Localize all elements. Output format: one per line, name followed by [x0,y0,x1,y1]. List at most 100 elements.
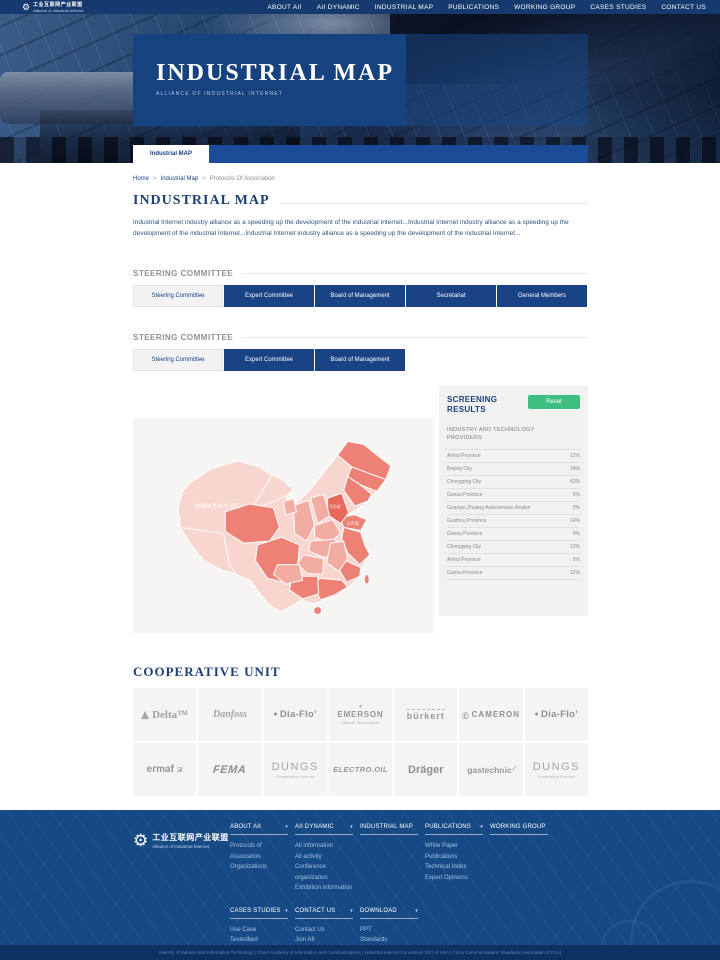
footer-col-label: PUBLICATIONS [425,824,471,830]
nav-link-contact-us[interactable]: CONTACT US [661,4,706,11]
screening-row[interactable]: Chongqing City12% [447,541,580,554]
screening-row-name: Guangxi Zhuang Autonomous Region [447,505,530,511]
partner-logo-delta[interactable]: Delta™ [133,688,196,741]
reset-button[interactable]: Reset [528,395,580,409]
footer-link-all-activity[interactable]: All activity [295,852,353,863]
footer-link-testedbed[interactable]: Testedbed [230,935,288,946]
chevron-down-icon: ▾ [285,824,288,830]
tab-secretariat[interactable]: Secretariat [406,285,496,307]
nav-link-industrial-map[interactable]: INDUSTRIAL MAP [375,4,434,11]
footer-col-header-aii-dynamic[interactable]: AII DYNAMIC▾ [295,824,353,835]
tab-expert-committee[interactable]: Expert Committee [224,285,314,307]
footer-logo[interactable]: ⚙ 工业互联网产业联盟 Alliance of Industrial Inter… [133,832,229,849]
screening-row[interactable]: Gansu Province12% [447,567,580,580]
partner-logo-emerson[interactable]: ❖EMERSONClimate Technologies [329,688,392,741]
main-content: Home>Industrial Map>Protocols Of Associa… [133,176,588,796]
tab-board-of-management[interactable]: Board of Management [315,349,405,371]
footer-link-ppt[interactable]: PPT [360,925,418,936]
tab-steering-committee[interactable]: Steering Committee [133,285,223,307]
footer-col-header-download[interactable]: DOWNLOAD▾ [360,908,418,919]
partner-logo-gastechnic[interactable]: gastechnic∕∕ [459,743,522,796]
partner-logo-dungs[interactable]: DUNGSCombustion Controls [264,743,327,796]
breadcrumb-item-industrial-map[interactable]: Industrial Map [161,176,199,182]
footer-link-technical-index[interactable]: Technical Index [425,862,483,873]
screening-row[interactable]: Guangxi Zhuang Autonomous Region 5% [447,502,580,515]
footer-link-expert-opinions[interactable]: Expert Opinions [425,873,483,884]
footer-inner: ⚙ 工业互联网产业联盟 Alliance of Industrial Inter… [0,810,720,956]
footer-col-header-working-group[interactable]: WORKING GROUP [490,824,548,835]
nav-link-aii-dynamic[interactable]: AII DYNAMIC [317,4,360,11]
tab-board-of-management[interactable]: Board of Management [315,285,405,307]
logo-subtext: Combustion Controls [538,774,575,779]
footer-link-join-aii[interactable]: Join AII [295,935,353,946]
screening-row-name: Gansu Province [447,570,483,576]
footer-link-contact-us[interactable]: Contact Us [295,925,353,936]
province-shape-hainan[interactable] [314,607,322,615]
screening-row[interactable]: Beijing City34% [447,463,580,476]
partner-logo-dia-flo[interactable]: ●Dia-Flo’ [264,688,327,741]
screening-subtitle: INDUSTRY AND TECHNOLOGY PROVIDERS [447,426,537,442]
map-label-hebei: 河北省 [329,504,341,509]
footer: ⚙ 工业互联网产业联盟 Alliance of Industrial Inter… [0,810,720,960]
nav-link-working-group[interactable]: WORKING GROUP [514,4,575,11]
nav-link-publications[interactable]: PUBLICATIONS [448,4,499,11]
partner-logo-ermaf[interactable]: ermaf◪ [133,743,196,796]
logo-text: ●Dia-Flo’ [273,709,317,720]
screening-row[interactable]: Gansu Province4% [447,528,580,541]
footer-link-publications[interactable]: Publications [425,852,483,863]
breadcrumb-item-home[interactable]: Home [133,176,149,182]
screening-row[interactable]: Anhui Province5% [447,554,580,567]
hero-tab-industrial-map[interactable]: Industrial MAP [133,145,209,163]
partner-logo-danfoss[interactable]: Danfoss [198,688,261,741]
screening-row-value: 5% [573,505,580,511]
screening-row[interactable]: Guizhou Province14% [447,515,580,528]
screening-row[interactable]: Gansu Province5% [447,489,580,502]
logo-name: DUNGS [533,761,580,773]
screening-row-value: 14% [570,518,580,524]
logo-name: FEMA [213,764,247,776]
footer-link-protocols-of-association[interactable]: Protocols of Association [230,841,288,862]
footer-link-standards[interactable]: Standards [360,935,418,946]
province-shape-taiwan[interactable] [364,574,369,584]
footer-link-conference-organization[interactable]: Conference organization [295,862,353,883]
logo-text: gastechnic∕∕ [467,765,515,775]
footer-col-about-aii: ABOUT AII▾ Protocols of AssociationOrgani… [230,824,288,894]
partner-logo-dungs[interactable]: DUNGSCombustion Controls [525,743,588,796]
logo-prefix-icon: ● [273,711,278,718]
partner-logo-dia-flo[interactable]: ●Dia-Flo’ [525,688,588,741]
tab-general-members[interactable]: General Members [497,285,587,307]
logo-name: EMERSON [337,710,383,719]
footer-link-organizations[interactable]: Organizations [230,862,288,873]
footer-col-header-contact-us[interactable]: CONTACT US▾ [295,908,353,919]
hero-banner: INDUSTRIAL MAP ALLIANCE OF INDUSTRIAL IN… [0,14,720,163]
map-section: 新疆维吾尔自治区 河北省 山东省 SCREENING RESULTS Reset… [133,386,588,633]
partner-logo-electro-oil[interactable]: ELECTRO.OIL [329,743,392,796]
footer-link-exhibition-information[interactable]: Exhibition information [295,883,353,894]
footer-link-all-information[interactable]: All information [295,841,353,852]
footer-col-label: AII DYNAMIC [295,824,334,830]
footer-link-use-case[interactable]: Use Case [230,925,288,936]
partner-logo-fema[interactable]: FEMA [198,743,261,796]
nav-link-cases-studies[interactable]: CASES STUDIES [590,4,646,11]
page-description: Industrial Internet industry alliance as… [133,218,588,239]
footer-col-header-cases-studies[interactable]: CASES STUDIES▾ [230,908,288,919]
screening-row-name: Chongqing City [447,479,481,485]
partner-logo-cameron[interactable]: ⒸCAMERON [459,688,522,741]
screening-row-value: 4% [573,531,580,537]
tab-steering-committee[interactable]: Steering Committee [133,349,223,371]
partner-logo-b-rkert[interactable]: bürkert [394,688,457,741]
china-map: 新疆维吾尔自治区 河北省 山东省 [133,418,434,633]
nav-link-about-aii[interactable]: ABOUT AII [267,4,301,11]
footer-col-header-publications[interactable]: PUBLICATIONS▾ [425,824,483,835]
footer-col-header-about-aii[interactable]: ABOUT AII▾ [230,824,288,835]
tab-expert-committee[interactable]: Expert Committee [224,349,314,371]
footer-col-header-industrial-map[interactable]: INDUSTRIAL MAP [360,824,418,835]
committee-section-2: STEERING COMMITTEE Steering CommitteeExp… [133,333,588,371]
screening-row[interactable]: Anhui Province12% [447,450,580,463]
screening-row[interactable]: Chongqing City42% [447,476,580,489]
partner-organizations-text: Ministry of Industry and Information Tec… [159,950,561,955]
china-map-svg: 新疆维吾尔自治区 河北省 山东省 [133,418,434,633]
footer-link-white-paper[interactable]: White Paper [425,841,483,852]
partner-logo-dr-ger[interactable]: Dräger [394,743,457,796]
site-logo[interactable]: ⚙ 工业互联网产业联盟 Alliance of Industrial Inter… [22,1,84,13]
